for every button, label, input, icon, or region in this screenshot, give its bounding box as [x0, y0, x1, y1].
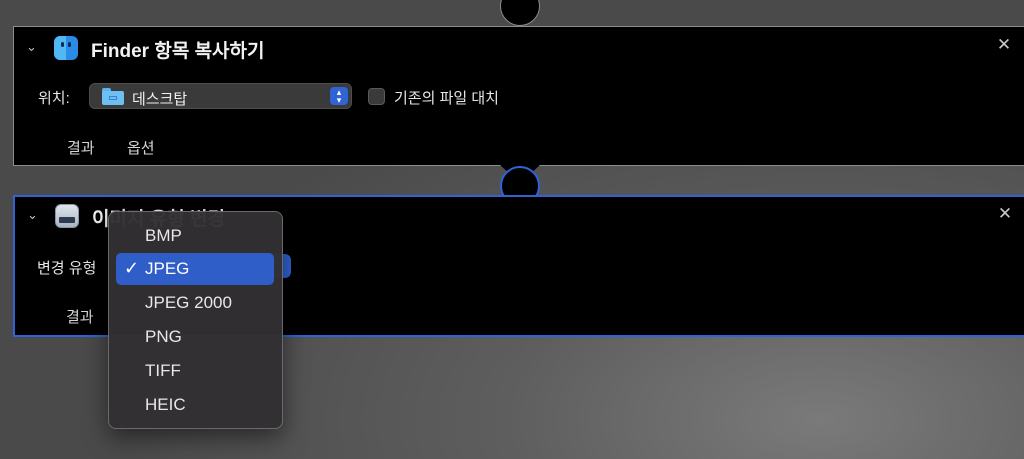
menu-item-heic[interactable]: HEIC [116, 389, 274, 421]
stepper-icon: ▴ ▾ [330, 87, 348, 105]
close-icon[interactable]: ✕ [996, 36, 1012, 53]
tab-results[interactable]: 결과 [67, 137, 95, 158]
action-copy-finder-items: ⌄ Finder 항목 복사하기 ✕ 위치: 데스크탑 ▴ ▾ 기존의 파일 대치… [13, 26, 1024, 166]
action-tabs: 결과 옵션 [14, 137, 1024, 161]
tab-results[interactable]: 결과 [66, 306, 94, 327]
tab-options[interactable]: 옵션 [127, 137, 155, 158]
type-label: 변경 유형 [37, 260, 97, 277]
folder-icon [102, 88, 124, 105]
menu-item-png[interactable]: PNG [116, 321, 274, 353]
action-title: Finder 항목 복사하기 [91, 41, 265, 62]
chevron-down-icon[interactable]: ⌄ [27, 208, 41, 222]
menu-item-bmp[interactable]: BMP [116, 220, 274, 252]
chevron-down-icon[interactable]: ⌄ [26, 40, 40, 54]
checkmark-icon: ✓ [124, 258, 140, 278]
image-type-menu: BMP ✓ JPEG JPEG 2000 PNG TIFF HEIC [108, 211, 283, 429]
connector-top [500, 0, 540, 26]
menu-item-jpeg[interactable]: ✓ JPEG [116, 253, 274, 285]
action-header: ⌄ Finder 항목 복사하기 ✕ [14, 27, 1024, 67]
menu-item-jpeg-2000[interactable]: JPEG 2000 [116, 287, 274, 319]
replace-existing-label: 기존의 파일 대치 [394, 90, 499, 107]
close-icon[interactable]: ✕ [997, 205, 1013, 222]
location-value: 데스크탑 [132, 91, 188, 108]
replace-existing-checkbox[interactable] [368, 88, 385, 105]
preview-app-icon [55, 204, 79, 228]
finder-icon [54, 36, 78, 60]
location-label: 위치: [38, 90, 70, 107]
menu-item-tiff[interactable]: TIFF [116, 355, 274, 387]
location-popup[interactable]: 데스크탑 ▴ ▾ [89, 83, 352, 109]
